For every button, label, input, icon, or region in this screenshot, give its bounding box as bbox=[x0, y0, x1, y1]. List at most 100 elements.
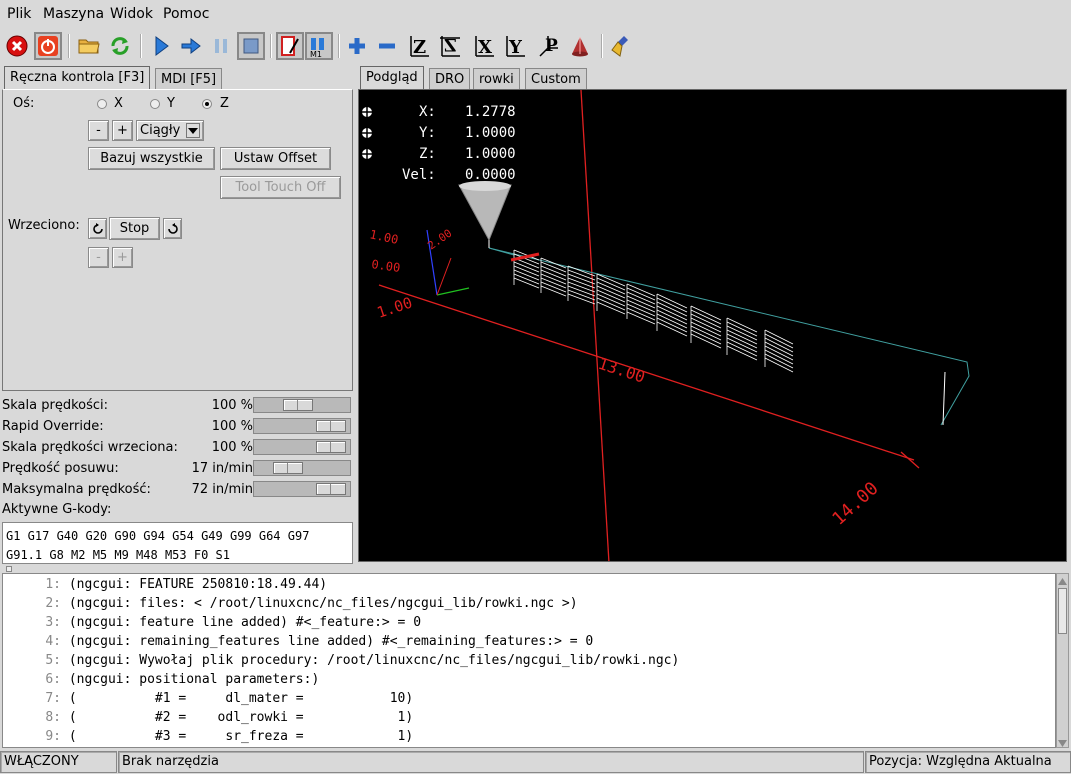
jog-plus-button[interactable]: + bbox=[112, 120, 133, 141]
slider-thumb[interactable] bbox=[283, 399, 313, 411]
tab-custom[interactable]: Custom bbox=[525, 68, 587, 90]
scroll-up-icon[interactable] bbox=[1058, 575, 1067, 585]
view-z2-icon[interactable]: Z bbox=[436, 32, 464, 60]
jog-speed-label: Prędkość posuwu: bbox=[2, 461, 119, 476]
list-item: 2: (ngcgui: files: < /root/linuxcnc/nc_f… bbox=[45, 596, 578, 611]
machine-state: WŁĄCZONY bbox=[0, 751, 117, 773]
manual-control-panel: Oś: X Y Z - + Ciągły Bazuj wszystkie Ust… bbox=[2, 89, 353, 391]
plot-label: 1.00 bbox=[368, 227, 399, 247]
dro-vel-label: Vel: bbox=[402, 167, 436, 183]
toolpath-preview[interactable]: 1.00 13.00 14.00 1.00 0.00 2.00 X: 1.277… bbox=[358, 89, 1067, 562]
clear-plot-icon[interactable] bbox=[608, 32, 636, 60]
run-icon[interactable] bbox=[147, 32, 175, 60]
axis-y-label: Y bbox=[167, 96, 175, 111]
tab-manual-control[interactable]: Ręczna kontrola [F3] bbox=[4, 66, 151, 90]
dro-z-label: Z: bbox=[419, 146, 436, 162]
spindle-minus-button[interactable]: - bbox=[88, 247, 109, 268]
max-velocity-slider[interactable] bbox=[253, 481, 351, 497]
axis-y-radio[interactable] bbox=[150, 99, 160, 109]
slider-thumb[interactable] bbox=[316, 441, 346, 453]
feed-override-value: 100 % bbox=[211, 398, 253, 413]
rapid-override-label: Rapid Override: bbox=[2, 419, 104, 434]
active-gcodes-box: G1 G17 G40 G20 G90 G94 G54 G49 G99 G64 G… bbox=[2, 522, 353, 564]
reload-icon[interactable] bbox=[106, 32, 134, 60]
menu-plik[interactable]: Plik bbox=[7, 6, 31, 22]
dro-x-label: X: bbox=[419, 104, 436, 120]
view-p-icon[interactable]: P bbox=[534, 32, 562, 60]
feed-override-slider[interactable] bbox=[253, 397, 351, 413]
list-item: 3: (ngcgui: feature line added) #<_featu… bbox=[45, 615, 422, 630]
slider-thumb[interactable] bbox=[273, 462, 303, 474]
menu-maszyna[interactable]: Maszyna bbox=[43, 6, 104, 22]
jog-speed-slider[interactable] bbox=[253, 460, 351, 476]
set-offset-button[interactable]: Ustaw Offset bbox=[220, 147, 331, 170]
axis-x-radio[interactable] bbox=[97, 99, 107, 109]
active-gcodes-label: Aktywne G-kody: bbox=[2, 502, 112, 517]
chevron-down-icon bbox=[186, 123, 200, 138]
list-item: 1: (ngcgui: FEATURE 250810:18.49.44) bbox=[45, 577, 328, 592]
tab-mdi[interactable]: MDI [F5] bbox=[155, 68, 223, 90]
scroll-down-icon[interactable] bbox=[1058, 737, 1067, 747]
spindle-plus-button[interactable]: + bbox=[112, 247, 133, 268]
dro-y-label: Y: bbox=[419, 125, 436, 141]
rotate-icon[interactable] bbox=[566, 32, 594, 60]
open-file-icon[interactable] bbox=[75, 32, 103, 60]
optional-stop-icon[interactable]: M1 bbox=[305, 32, 333, 60]
view-x-icon[interactable]: X bbox=[470, 32, 498, 60]
spindle-override-label: Skala prędkości wrzeciona: bbox=[2, 440, 178, 455]
rotate-ccw-icon bbox=[92, 222, 103, 234]
slider-thumb[interactable] bbox=[316, 420, 346, 432]
tab-preview[interactable]: Podgląd bbox=[360, 66, 424, 90]
scroll-thumb[interactable] bbox=[1058, 588, 1067, 634]
toolbar: M1 Z Z X Y P bbox=[0, 30, 1071, 64]
estop-icon[interactable] bbox=[3, 32, 31, 60]
stop-block-icon[interactable] bbox=[237, 32, 265, 60]
list-item: 8: ( #2 = odl_rowki = 1) bbox=[45, 710, 414, 725]
dro-z-value: 1.0000 bbox=[465, 146, 516, 162]
zoom-out-icon[interactable] bbox=[373, 32, 401, 60]
max-velocity-value: 72 in/min bbox=[191, 482, 253, 497]
spindle-ccw-button[interactable] bbox=[88, 218, 107, 239]
step-icon[interactable] bbox=[177, 32, 205, 60]
zoom-in-icon[interactable] bbox=[343, 32, 371, 60]
svg-text:Y: Y bbox=[508, 37, 523, 58]
splitter-grip[interactable] bbox=[6, 566, 12, 572]
jog-minus-button[interactable]: - bbox=[88, 120, 109, 141]
plot-label: 14.00 bbox=[828, 478, 882, 530]
slider-thumb[interactable] bbox=[316, 483, 346, 495]
jog-speed-row: Prędkość posuwu: 17 in/min bbox=[2, 459, 353, 479]
gcodes-line: G91.1 G8 M2 M5 M9 M48 M53 F0 S1 bbox=[6, 548, 230, 562]
rotate-cw-icon bbox=[167, 222, 178, 234]
spindle-stop-button[interactable]: Stop bbox=[109, 217, 160, 240]
plot-label: 2.00 bbox=[425, 227, 454, 253]
gcode-listing[interactable]: 1: (ngcgui: FEATURE 250810:18.49.44) 2: … bbox=[2, 573, 1056, 748]
tab-dro[interactable]: DRO bbox=[429, 68, 471, 90]
axis-z-radio[interactable] bbox=[202, 99, 212, 109]
svg-text:P: P bbox=[545, 36, 558, 56]
limit-line bbox=[580, 90, 610, 561]
view-y-icon[interactable]: Y bbox=[501, 32, 529, 60]
menu-pomoc[interactable]: Pomoc bbox=[163, 6, 209, 22]
rapid-override-slider[interactable] bbox=[253, 418, 351, 434]
view-z-icon[interactable]: Z bbox=[405, 32, 433, 60]
tab-rowki[interactable]: rowki bbox=[473, 68, 520, 90]
menu-widok[interactable]: Widok bbox=[110, 6, 153, 22]
log-scrollbar[interactable] bbox=[1056, 573, 1069, 748]
home-all-button[interactable]: Bazuj wszystkie bbox=[88, 147, 215, 170]
list-item: 9: ( #3 = sr_freza = 1) bbox=[45, 729, 414, 744]
limit-line bbox=[378, 284, 915, 461]
svg-text:X: X bbox=[478, 37, 492, 58]
axis-x-label: X bbox=[114, 96, 123, 111]
list-item: 5: (ngcgui: Wywołaj plik procedury: /roo… bbox=[45, 653, 680, 668]
power-icon[interactable] bbox=[34, 32, 62, 60]
skip-block-icon[interactable] bbox=[276, 32, 304, 60]
spindle-override-slider[interactable] bbox=[253, 439, 351, 455]
jog-mode-select[interactable]: Ciągły bbox=[136, 120, 204, 141]
svg-text:Z: Z bbox=[413, 37, 426, 58]
pause-icon[interactable] bbox=[207, 32, 235, 60]
tool-touch-off-button[interactable]: Tool Touch Off bbox=[220, 176, 341, 199]
spindle-cw-button[interactable] bbox=[163, 218, 182, 239]
position-mode: Pozycja: Względna Aktualna bbox=[865, 751, 1071, 773]
list-item: 6: (ngcgui: positional parameters:) bbox=[45, 672, 320, 687]
plot-label: 13.00 bbox=[596, 354, 648, 387]
